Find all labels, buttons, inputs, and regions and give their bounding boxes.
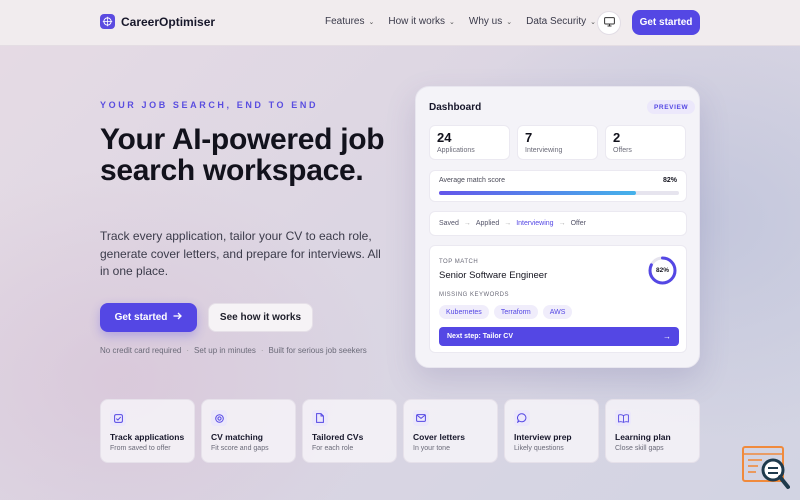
top-nav: CareerOptimiser Features ⌄ How it works ⌄ … <box>0 0 800 46</box>
get-started-button[interactable]: Get started <box>100 303 197 332</box>
keyword-chip: Kubernetes <box>439 305 489 319</box>
chevron-down-icon: ⌄ <box>368 18 375 26</box>
chevron-down-icon: ⌄ <box>449 18 455 26</box>
match-score-label: 82% <box>655 267 669 274</box>
top-match-card: TOP MATCH Senior Software Engineer 82% M… <box>429 245 687 353</box>
checkbox-icon <box>110 410 126 426</box>
fineprint-separator: · <box>260 346 264 355</box>
chat-bubble-icon <box>514 410 530 426</box>
preview-badge: PREVIEW <box>647 100 696 114</box>
stat-value: 7 <box>525 130 533 145</box>
feature-cards: Track applications From saved to offer C… <box>100 399 700 463</box>
match-progress-fill <box>439 191 636 195</box>
keyword-chip: Terraform <box>493 305 538 319</box>
average-match-card: Average match score 82% <box>429 170 687 202</box>
feature-subtitle: Fit score and gaps <box>211 445 269 452</box>
nav-link-label: How it works <box>388 16 446 27</box>
dashboard-title: Dashboard <box>429 102 482 113</box>
book-icon <box>615 410 631 426</box>
arrow-right-icon <box>173 312 183 323</box>
brand-logo-icon <box>100 14 115 29</box>
nav-link-features[interactable]: Features ⌄ <box>325 16 374 27</box>
nav-link-data-security[interactable]: Data Security ⌄ <box>526 16 596 27</box>
feature-card-track-applications[interactable]: Track applications From saved to offer <box>100 399 195 463</box>
next-step-button[interactable]: Next step: Tailor CV → <box>439 327 679 346</box>
fineprint-item: Built for serious job seekers <box>268 346 367 355</box>
pipeline-stage: Saved <box>439 220 459 227</box>
top-match-eyebrow: TOP MATCH <box>439 259 479 265</box>
target-icon <box>211 410 227 426</box>
nav-link-label: Why us <box>468 16 503 27</box>
pipeline-stage: Applied <box>475 220 500 227</box>
hero-eyebrow: YOUR JOB SEARCH, END TO END <box>100 100 319 110</box>
chevron-down-icon: ⌄ <box>590 18 597 26</box>
pipeline-stages: Saved → Applied → Interviewing → Offer <box>429 211 687 236</box>
brand[interactable]: CareerOptimiser <box>100 14 215 29</box>
feature-title: Learning plan <box>615 432 671 442</box>
missing-keywords-label: MISSING KEYWORDS <box>439 292 510 298</box>
stat-label: Offers <box>613 147 632 154</box>
fineprint-item: Set up in minutes <box>194 346 256 355</box>
feature-card-tailored-cvs[interactable]: Tailored CVs For each role <box>302 399 397 463</box>
fineprint-separator: · <box>186 346 190 355</box>
arrow-right-icon: → <box>504 220 512 227</box>
stat-card-interviewing: 7 Interviewing <box>517 125 598 160</box>
feature-title: Tailored CVs <box>312 432 364 442</box>
dashboard-preview-card: Dashboard PREVIEW 24 Applications 7 Inte… <box>415 86 700 368</box>
arrow-right-icon: → <box>663 332 671 341</box>
feature-subtitle: For each role <box>312 445 354 452</box>
nav-link-label: Features <box>325 16 365 27</box>
feature-title: CV matching <box>211 432 263 442</box>
nav-link-label: Data Security <box>526 16 587 27</box>
feature-subtitle: In your tone <box>413 445 450 452</box>
stat-card-applications: 24 Applications <box>429 125 510 160</box>
nav-links: Features ⌄ How it works ⌄ Why us ⌄ Data Sec… <box>325 16 596 27</box>
stat-card-offers: 2 Offers <box>605 125 686 160</box>
top-match-role: Senior Software Engineer <box>439 270 548 281</box>
feature-subtitle: Likely questions <box>514 445 564 452</box>
fineprint-item: No credit card required <box>100 346 182 355</box>
match-value: 82% <box>662 177 677 184</box>
monitor-icon <box>603 14 615 32</box>
button-label: Get started <box>114 312 168 323</box>
feature-card-cv-matching[interactable]: CV matching Fit score and gaps <box>201 399 296 463</box>
arrow-right-icon: → <box>463 220 471 227</box>
stat-value: 2 <box>613 130 621 145</box>
nav-link-how-it-works[interactable]: How it works ⌄ <box>388 16 455 27</box>
stat-label: Interviewing <box>525 147 563 154</box>
stat-value: 24 <box>437 130 452 145</box>
feature-card-interview-prep[interactable]: Interview prep Likely questions <box>504 399 599 463</box>
next-step-label: Next step: Tailor CV <box>447 333 513 340</box>
feature-title: Track applications <box>110 432 185 442</box>
brand-name: CareerOptimiser <box>121 14 216 29</box>
feature-card-cover-letters[interactable]: Cover letters In your tone <box>403 399 498 463</box>
feature-card-learning-plan[interactable]: Learning plan Close skill gaps <box>605 399 700 463</box>
theme-toggle-button[interactable] <box>597 11 621 35</box>
keyword-chip: AWS <box>542 305 573 319</box>
match-label: Average match score <box>439 177 506 184</box>
feature-subtitle: From saved to offer <box>110 445 171 452</box>
arrow-right-icon: → <box>558 220 566 227</box>
document-icon <box>312 410 328 426</box>
match-progress-track <box>439 191 679 195</box>
mail-icon <box>413 410 429 426</box>
stats-row: 24 Applications 7 Interviewing 2 Offers <box>429 125 686 160</box>
feature-title: Interview prep <box>514 432 572 442</box>
chevron-down-icon: ⌄ <box>506 18 513 26</box>
hero-subtitle: Track every application, tailor your CV … <box>100 229 381 278</box>
nav-link-why-us[interactable]: Why us ⌄ <box>469 16 512 27</box>
corner-watermark-logo <box>742 446 790 489</box>
see-how-it-works-button[interactable]: See how it works <box>208 303 313 332</box>
keyword-chips: Kubernetes Terraform AWS <box>439 305 573 319</box>
pipeline-stage-active: Interviewing <box>516 220 554 227</box>
nav-get-started-button[interactable]: Get started <box>632 10 700 35</box>
hero-title: Your AI-powered job search workspace. <box>100 123 385 187</box>
pipeline-stage: Offer <box>570 220 587 227</box>
feature-subtitle: Close skill gaps <box>615 445 664 452</box>
feature-title: Cover letters <box>413 432 465 442</box>
hero-fineprint: No credit card required · Set up in minu… <box>100 346 367 355</box>
stat-label: Applications <box>437 147 475 154</box>
